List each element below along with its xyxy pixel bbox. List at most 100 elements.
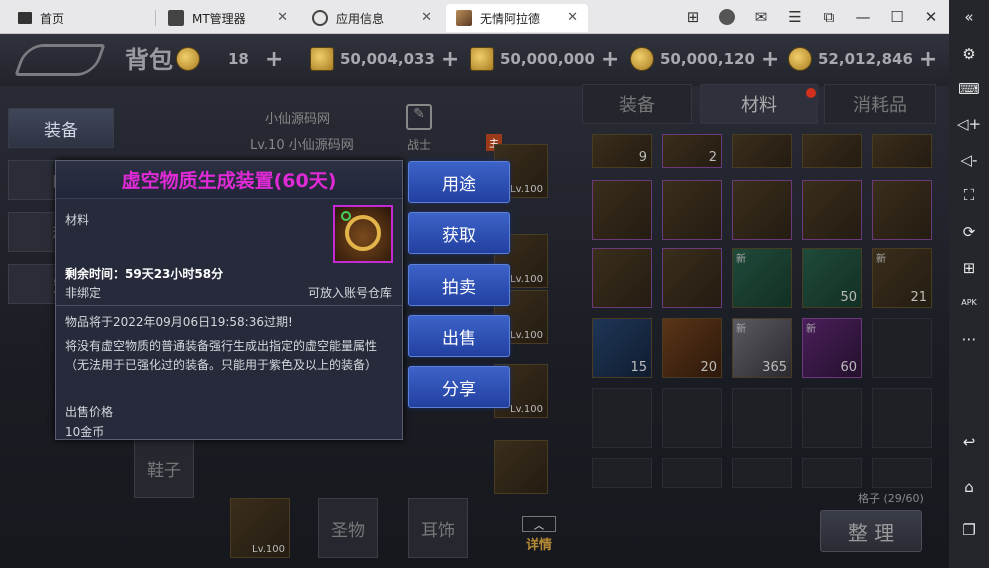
item-count: 50 (840, 290, 857, 305)
inventory-slot[interactable]: 20 (662, 318, 722, 378)
inventory-slot[interactable] (732, 388, 792, 448)
inventory-slot[interactable]: 新 21 (872, 248, 932, 308)
item-count: 21 (910, 290, 927, 305)
tab-mt-manager[interactable]: MT管理器 ✕ (158, 4, 298, 32)
equip-slot-earring[interactable]: 耳饰 (408, 498, 468, 558)
inventory-slot[interactable] (732, 458, 792, 488)
gear-icon[interactable]: ⚙ (957, 42, 981, 66)
screenshot-icon[interactable]: ⛶ (957, 183, 981, 207)
recent-apps-icon[interactable]: ❐ (957, 518, 981, 542)
price-label: 出售价格 (65, 405, 114, 419)
new-badge: 新 (806, 324, 816, 335)
inventory-slot[interactable] (872, 134, 932, 168)
inventory-slot[interactable]: 9 (592, 134, 652, 168)
inventory-slot[interactable] (662, 458, 722, 488)
page-title: 背包 (125, 46, 173, 74)
auction-button[interactable]: 拍卖 (408, 264, 510, 306)
tab-equipment[interactable]: 装备 (582, 84, 692, 124)
equip-slot-shoes[interactable]: 鞋子 (134, 438, 194, 498)
equip-slot-weapon[interactable]: Lv.100 (230, 498, 290, 558)
home-icon (18, 12, 32, 24)
record-icon[interactable]: ⟳ (957, 220, 981, 244)
collapse-icon[interactable]: « (957, 5, 981, 29)
inventory-slot[interactable] (802, 388, 862, 448)
binding-status: 非绑定 (65, 286, 102, 300)
inventory-slot[interactable] (802, 134, 862, 168)
use-button[interactable]: 用途 (408, 161, 510, 203)
equip-slot-relic[interactable]: 圣物 (318, 498, 378, 558)
close-icon[interactable]: ✕ (567, 10, 578, 25)
inventory-slot[interactable]: 新 (732, 248, 792, 308)
sort-button[interactable]: 整 理 (820, 510, 922, 552)
inventory-slot[interactable] (872, 388, 932, 448)
more-icon[interactable]: ⋯ (957, 327, 981, 351)
plus-icon[interactable]: + (441, 47, 459, 72)
inventory-slot[interactable]: 15 (592, 318, 652, 378)
inventory-slot[interactable]: 2 (662, 134, 722, 168)
edit-icon[interactable]: ✎ (406, 104, 432, 130)
lv-label: Lv.100 (510, 404, 543, 415)
apk-icon[interactable]: APK (957, 290, 981, 314)
user-icon[interactable] (716, 7, 738, 27)
tab-consumables[interactable]: 消耗品 (824, 84, 936, 124)
inventory-slot[interactable] (592, 458, 652, 488)
obtain-button[interactable]: 获取 (408, 212, 510, 254)
plus-icon[interactable]: + (601, 47, 619, 72)
inventory-slot[interactable] (592, 180, 652, 240)
item-type: 材料 (65, 213, 90, 227)
back-icon[interactable]: ↩ (957, 430, 981, 454)
mail-icon[interactable]: ✉ (750, 7, 772, 27)
close-window-icon[interactable]: ✕ (920, 7, 942, 27)
inventory-slot[interactable] (732, 134, 792, 168)
plus-icon[interactable]: + (919, 47, 937, 72)
close-icon[interactable]: ✕ (277, 10, 288, 25)
pin-icon[interactable]: ⧉ (818, 7, 840, 27)
minimize-icon[interactable]: — (852, 7, 874, 27)
home-nav-icon[interactable]: ⌂ (957, 475, 981, 499)
tab-materials[interactable]: 材料 (700, 84, 818, 124)
tab-home[interactable]: 首页 (8, 4, 148, 32)
share-button[interactable]: 分享 (408, 366, 510, 408)
tab-game[interactable]: 无情阿拉德 ✕ (446, 4, 588, 32)
tab-app-info[interactable]: 应用信息 ✕ (302, 4, 442, 32)
inventory-slot[interactable]: 新 365 (732, 318, 792, 378)
energy-icon (176, 47, 200, 71)
resource-value: 50,000,000 (500, 50, 595, 68)
close-icon[interactable]: ✕ (421, 10, 432, 25)
menu-icon[interactable]: ☰ (784, 7, 806, 27)
resource-coins: 52,012,846 + (788, 46, 937, 72)
ticket-icon (470, 47, 494, 71)
inventory-slot[interactable] (872, 318, 932, 378)
tab-label: MT管理器 (192, 11, 246, 26)
inventory-slot[interactable] (802, 180, 862, 240)
inventory-slot[interactable] (592, 388, 652, 448)
volume-down-icon[interactable]: ◁- (957, 148, 981, 172)
inventory-slot[interactable]: 新 60 (802, 318, 862, 378)
sell-button[interactable]: 出售 (408, 315, 510, 357)
resource-value: 52,012,846 (818, 50, 913, 68)
add-window-icon[interactable]: ⊞ (957, 256, 981, 280)
details-label: 详情 (525, 538, 552, 553)
item-count: 60 (840, 360, 857, 375)
item-count: 365 (762, 360, 787, 375)
back-arrow-icon[interactable] (14, 44, 106, 76)
side-tab-equipment[interactable]: 装备 (8, 108, 114, 148)
inventory-slot[interactable] (662, 180, 722, 240)
volume-up-icon[interactable]: ◁+ (957, 112, 981, 136)
keyboard-icon[interactable]: ⌨ (957, 77, 981, 101)
gamepad-icon[interactable]: ⊞ (682, 7, 704, 27)
inventory-slot[interactable] (732, 180, 792, 240)
plus-icon[interactable]: + (761, 47, 779, 72)
item-tooltip: 虚空物质生成装置(60天) 材料 剩余时间：59天23小时58分 非绑定 可放入… (55, 160, 403, 440)
inventory-slot[interactable] (662, 248, 722, 308)
inventory-slot[interactable] (872, 180, 932, 240)
plus-icon[interactable]: + (265, 47, 283, 72)
inventory-slot[interactable] (592, 248, 652, 308)
maximize-icon[interactable]: ☐ (886, 7, 908, 27)
inventory-slot[interactable] (662, 388, 722, 448)
inventory-slot[interactable]: 50 (802, 248, 862, 308)
inventory-slot[interactable] (872, 458, 932, 488)
details-button[interactable]: ︿ 详情 (522, 516, 556, 553)
medal-slot[interactable] (494, 440, 548, 494)
inventory-slot[interactable] (802, 458, 862, 488)
